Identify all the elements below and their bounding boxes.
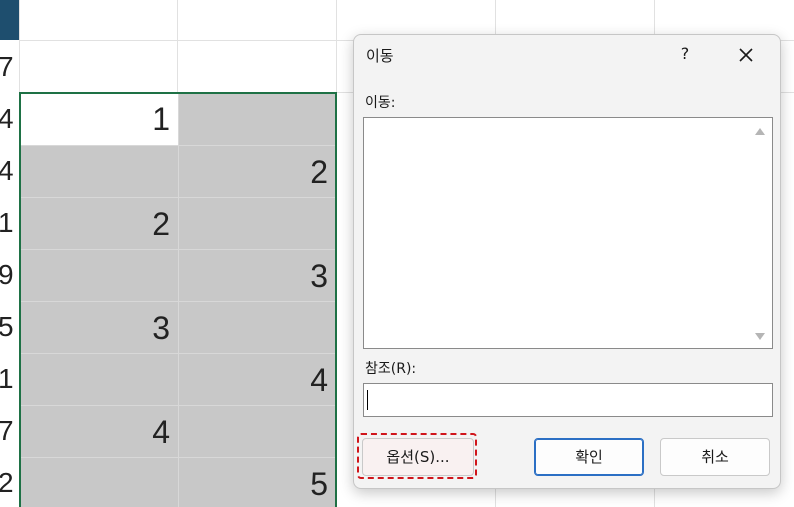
cell[interactable] [20,457,178,507]
cell[interactable]: 1 [20,93,178,145]
goto-dialog: 이동 ? 이동: 참조(R): 옵션(S)... 확인 취소 [353,34,781,489]
ok-button[interactable]: 확인 [534,438,644,476]
cell[interactable] [178,197,336,249]
cell[interactable]: 3 [20,301,178,353]
dialog-title: 이동 [366,47,394,65]
cell[interactable] [178,405,336,457]
row-header[interactable]: 1 [0,197,19,249]
cell[interactable]: 3 [178,249,336,301]
row-header[interactable]: 5 [0,301,19,353]
cell[interactable] [178,93,336,145]
grid-line [336,0,337,507]
scroll-up-button[interactable] [753,123,767,137]
options-button[interactable]: 옵션(S)... [362,438,474,476]
scroll-down-icon [755,333,765,340]
text-caret [367,390,368,410]
cancel-button[interactable]: 취소 [660,438,770,476]
close-icon [739,48,753,62]
cell[interactable]: 2 [20,197,178,249]
row-header[interactable]: 7 [0,41,19,93]
close-button[interactable] [732,41,760,69]
row-header[interactable]: 2 [0,457,19,507]
goto-listbox[interactable] [363,117,773,349]
row-header[interactable]: 1 [0,353,19,405]
cell[interactable] [20,249,178,301]
cell[interactable]: 4 [20,405,178,457]
help-button[interactable]: ? [674,43,696,65]
cell[interactable] [178,301,336,353]
reference-label: 참조(R): [365,361,417,377]
cell[interactable] [20,145,178,197]
cell[interactable] [20,353,178,405]
cell[interactable]: 2 [178,145,336,197]
reference-input[interactable] [363,383,773,417]
row-header-corner [0,0,19,40]
cell[interactable]: 5 [178,457,336,507]
scroll-down-button[interactable] [753,328,767,342]
row-header[interactable]: 9 [0,249,19,301]
row-header[interactable]: 4 [0,145,19,197]
scroll-up-icon [755,128,765,135]
row-header[interactable]: 7 [0,405,19,457]
cell[interactable]: 4 [178,353,336,405]
goto-label: 이동: [365,95,396,111]
row-header[interactable]: 4 [0,93,19,145]
